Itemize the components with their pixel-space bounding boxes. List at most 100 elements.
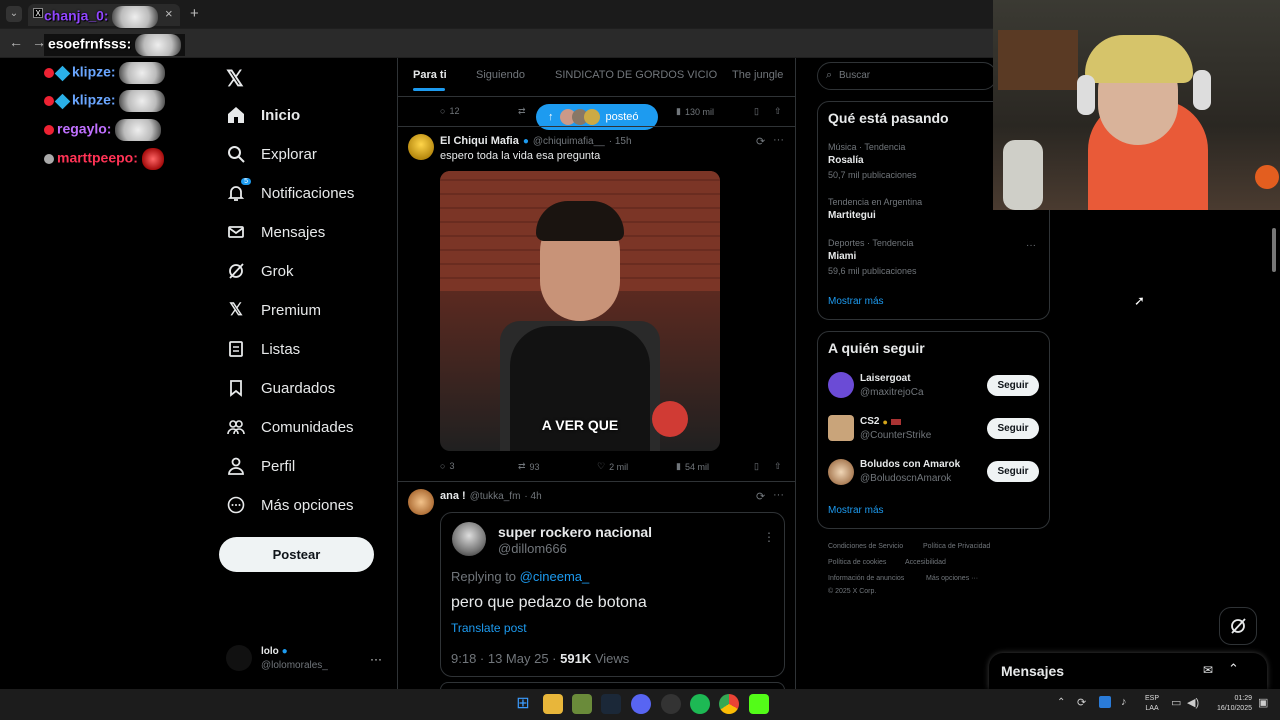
- spotify-icon[interactable]: [690, 694, 710, 714]
- nav-explorar[interactable]: Explorar: [226, 140, 317, 168]
- bookmark-action-icon[interactable]: ▯: [754, 106, 759, 117]
- notification-icon[interactable]: ▣: [1258, 696, 1268, 709]
- tab-list-icon[interactable]: ⌄: [6, 6, 22, 22]
- nav-comunidades[interactable]: Comunidades: [226, 413, 354, 441]
- discord-icon[interactable]: [631, 694, 651, 714]
- back-icon[interactable]: ←: [9, 34, 23, 50]
- avatar[interactable]: [408, 489, 434, 515]
- share-icon[interactable]: ⇧: [774, 461, 782, 472]
- nav-grok[interactable]: Grok: [226, 257, 294, 285]
- nav-inicio[interactable]: Inicio: [226, 101, 300, 129]
- new-tab-button[interactable]: +: [190, 5, 199, 22]
- follow-name[interactable]: Laisergoat: [860, 373, 911, 384]
- tab-sindicato[interactable]: SINDICATO DE GORDOS VICIO: [555, 69, 717, 81]
- trend-name[interactable]: Martitegui: [828, 210, 876, 221]
- post1-header: El Chiqui Mafia ● @chiquimafia__ · 15h: [440, 135, 632, 147]
- nav-mas-opciones[interactable]: Más opciones: [226, 491, 354, 519]
- footer-link[interactable]: Política de Privacidad: [923, 543, 990, 550]
- kick-icon[interactable]: [749, 694, 769, 714]
- sync-icon[interactable]: ⟳: [1077, 696, 1086, 709]
- nav-notificaciones[interactable]: 5 Notificaciones: [226, 178, 354, 207]
- post1-handle[interactable]: @chiquimafia__: [533, 136, 605, 147]
- post-button[interactable]: Postear: [219, 537, 374, 572]
- arrow-up-icon: ↑: [548, 111, 554, 123]
- share-icon[interactable]: ⇧: [774, 106, 782, 117]
- tab-siguiendo[interactable]: Siguiendo: [476, 69, 525, 81]
- views-action[interactable]: ▮ 130 mil: [676, 106, 714, 117]
- nav-listas[interactable]: Listas: [226, 335, 300, 363]
- follow-button[interactable]: Seguir: [987, 461, 1039, 482]
- views-action[interactable]: ▮ 54 mil: [676, 461, 709, 472]
- network-icon[interactable]: ▭: [1171, 696, 1181, 709]
- footer-link[interactable]: Accesibilidad: [905, 559, 946, 566]
- post1-video[interactable]: A VER QUE: [440, 171, 720, 451]
- chrome-icon[interactable]: [719, 694, 739, 714]
- x-favicon-icon: X: [33, 8, 43, 18]
- avatar[interactable]: [408, 134, 434, 160]
- follow-button[interactable]: Seguir: [987, 375, 1039, 396]
- nav-perfil[interactable]: Perfil: [226, 452, 295, 480]
- avatar: [452, 522, 486, 556]
- new-message-icon[interactable]: ✉: [1203, 663, 1213, 677]
- reply-action[interactable]: ○ 3: [440, 461, 454, 471]
- grok-post-icon[interactable]: ⟳: [756, 135, 765, 148]
- footer-link[interactable]: Política de cookies: [828, 559, 886, 566]
- avatar: [583, 109, 600, 125]
- follow-name[interactable]: Boludos con Amarok: [860, 459, 960, 470]
- post1-author[interactable]: El Chiqui Mafia: [440, 135, 519, 147]
- grok-post-icon[interactable]: ⟳: [756, 490, 765, 503]
- expand-icon[interactable]: ⌃: [1228, 661, 1239, 677]
- grok-float-button[interactable]: [1219, 607, 1257, 645]
- show-more-follow[interactable]: Mostrar más: [828, 505, 884, 516]
- show-more-trends[interactable]: Mostrar más: [828, 296, 884, 307]
- tab-the-jungle[interactable]: The jungle: [732, 69, 783, 81]
- footer-link[interactable]: Más opciones ···: [926, 575, 978, 582]
- repost-icon[interactable]: ⇄: [518, 106, 526, 117]
- post-more-icon[interactable]: ···: [773, 489, 784, 501]
- tab-para-ti[interactable]: Para ti: [413, 69, 447, 81]
- avatar[interactable]: [828, 415, 854, 441]
- bookmark-icon: [226, 378, 246, 398]
- avatar[interactable]: [828, 372, 854, 398]
- trend-name[interactable]: Rosalía: [828, 155, 864, 166]
- repost-action[interactable]: ⇄ 93: [518, 461, 540, 472]
- steam-icon[interactable]: [601, 694, 621, 714]
- close-tab-icon[interactable]: ×: [165, 6, 173, 21]
- post2-handle[interactable]: @tukka_fm: [470, 491, 521, 502]
- obs-icon[interactable]: [661, 694, 681, 714]
- clock[interactable]: 01:29 16/10/2025: [1208, 694, 1252, 714]
- account-more-icon[interactable]: ···: [370, 652, 382, 666]
- reply-action[interactable]: ○ 12: [440, 106, 459, 116]
- file-explorer-icon[interactable]: [543, 694, 563, 714]
- footer-link[interactable]: Condiciones de Servicio: [828, 543, 903, 550]
- tray-chevron-icon[interactable]: ⌃: [1057, 697, 1065, 708]
- follow-handle: @maxitrejoCa: [860, 387, 924, 398]
- windows-start-icon[interactable]: ⊞: [513, 694, 533, 714]
- footer-link[interactable]: Información de anuncios: [828, 575, 904, 582]
- follow-name[interactable]: CS2: [860, 416, 879, 427]
- volume-icon[interactable]: ◀): [1187, 696, 1199, 709]
- nav-mensajes[interactable]: Mensajes: [226, 218, 325, 246]
- nav-premium[interactable]: 𝕏 Premium: [226, 296, 321, 324]
- x-logo-icon[interactable]: 𝕏: [226, 66, 244, 92]
- search-placeholder[interactable]: Buscar: [839, 70, 870, 81]
- bookmark-action-icon[interactable]: ▯: [754, 461, 759, 472]
- scrollbar-thumb[interactable]: [1272, 228, 1276, 272]
- tray-app-icon[interactable]: [1099, 696, 1111, 708]
- avatar[interactable]: [828, 459, 854, 485]
- trend-name[interactable]: Miami: [828, 251, 856, 262]
- post-more-icon[interactable]: ···: [773, 134, 784, 146]
- microphone-icon[interactable]: ♪: [1121, 696, 1127, 708]
- like-action[interactable]: ♡ 2 mil: [597, 461, 628, 472]
- translate-link[interactable]: Translate post: [451, 621, 527, 635]
- copyright: © 2025 X Corp.: [828, 588, 877, 595]
- account-handle: @lolomorales_: [261, 660, 328, 671]
- nav-guardados[interactable]: Guardados: [226, 374, 335, 402]
- app-icon[interactable]: [572, 694, 592, 714]
- language-indicator[interactable]: ESP LAA: [1145, 694, 1159, 714]
- account-avatar[interactable]: [226, 645, 252, 671]
- follow-button[interactable]: Seguir: [987, 418, 1039, 439]
- post2-author[interactable]: ana !: [440, 490, 466, 502]
- trend-more-icon[interactable]: ···: [1026, 240, 1036, 251]
- chat-line-5: regaylo:: [44, 119, 162, 141]
